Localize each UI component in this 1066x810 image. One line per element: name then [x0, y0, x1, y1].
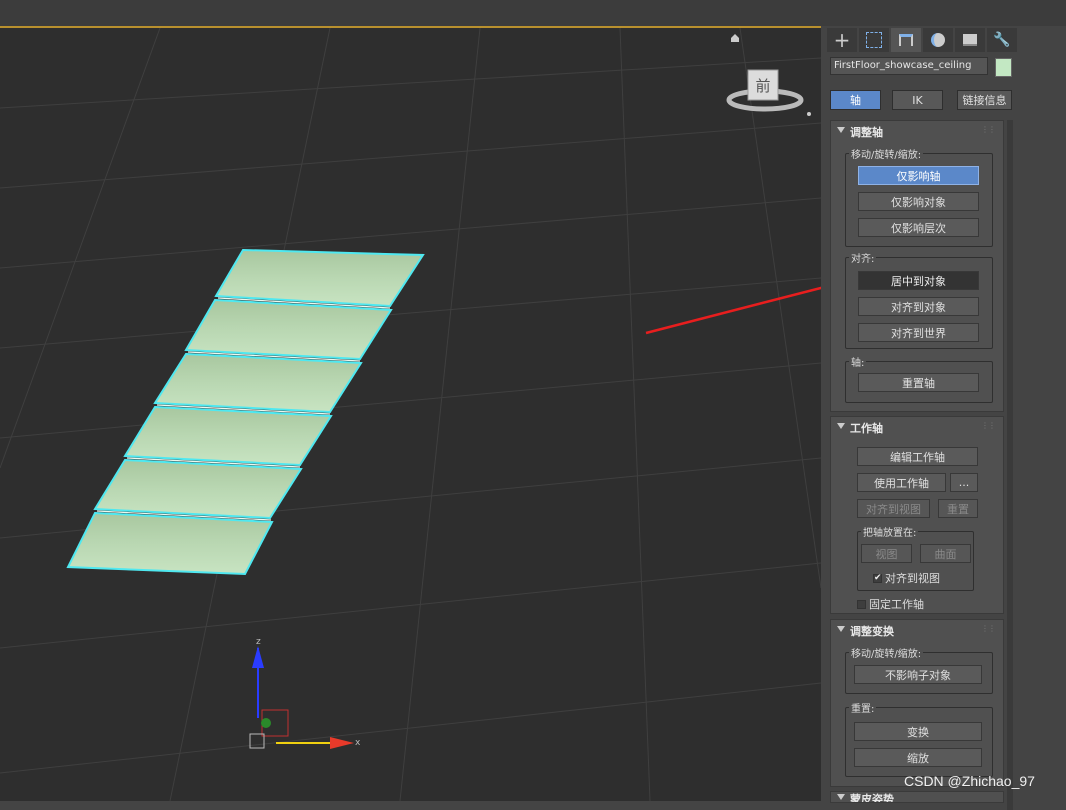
- watermark: CSDN @Zhichao_97: [904, 773, 1035, 789]
- collapse-triangle-icon: [837, 423, 845, 429]
- align-to-world-button[interactable]: 对齐到世界: [858, 323, 979, 342]
- drag-grip-icon: ⋮⋮: [981, 624, 996, 633]
- checkbox-label: 固定工作轴: [869, 598, 924, 611]
- align-to-view-button[interactable]: 对齐到视图: [857, 499, 930, 518]
- utilities-tab[interactable]: 🔧: [987, 28, 1017, 52]
- checkbox-unchecked-icon: [857, 599, 866, 609]
- affect-pivot-only-button[interactable]: 仅影响轴: [858, 166, 979, 185]
- lock-working-pivot-checkbox[interactable]: 固定工作轴: [857, 596, 924, 612]
- link-info-tab-button[interactable]: 链接信息: [957, 90, 1012, 110]
- use-working-pivot-button[interactable]: 使用工作轴: [857, 473, 946, 492]
- group-label: 把轴放置在:: [861, 524, 919, 539]
- group-label: 移动/旋转/缩放:: [849, 146, 924, 161]
- top-toolbar: [0, 0, 1066, 27]
- adjust-pivot-header[interactable]: 调整轴 ⋮⋮: [831, 121, 1003, 141]
- viewcube[interactable]: 前: [726, 34, 811, 116]
- rollout-title: 调整变换: [850, 625, 894, 638]
- collapse-triangle-icon: [837, 127, 845, 133]
- skin-pose-rollout: 蒙皮姿势: [830, 791, 1004, 803]
- viewport-scene: z x 前: [0, 28, 821, 801]
- gizmo-z-label: z: [256, 637, 261, 647]
- ik-tab-button[interactable]: IK: [892, 90, 943, 110]
- rollout-title: 蒙皮姿势: [850, 793, 894, 803]
- collapse-triangle-icon: [837, 626, 845, 632]
- affect-object-only-button[interactable]: 仅影响对象: [858, 192, 979, 211]
- group-label: 对齐:: [849, 250, 877, 265]
- affect-hierarchy-only-button[interactable]: 仅影响层次: [858, 218, 979, 237]
- reset-scale-button[interactable]: 缩放: [854, 748, 982, 767]
- dont-affect-children-button[interactable]: 不影响子对象: [854, 665, 982, 684]
- sphere-icon: [931, 33, 945, 47]
- adjust-transform-header[interactable]: 调整变换 ⋮⋮: [831, 620, 1003, 640]
- pivot-tab-button[interactable]: 轴: [830, 90, 881, 110]
- wrench-icon: 🔧: [993, 32, 1011, 48]
- working-pivot-rollout: 工作轴 ⋮⋮ 编辑工作轴 使用工作轴 ... 对齐到视图 重置 把轴放置在: 视…: [830, 416, 1004, 614]
- reset-pivot-button[interactable]: 重置轴: [858, 373, 979, 392]
- command-panel: + 🔧 FirstFloor_showcase_ceiling 轴 IK 链接信…: [821, 26, 1066, 810]
- skin-pose-header[interactable]: 蒙皮姿势: [831, 792, 1003, 803]
- working-pivot-header[interactable]: 工作轴 ⋮⋮: [831, 417, 1003, 437]
- collapse-triangle-icon: [837, 794, 845, 800]
- group-label: 轴:: [849, 354, 867, 369]
- align-to-view-checkbox[interactable]: ✔ 对齐到视图: [873, 570, 940, 586]
- center-to-object-button[interactable]: 居中到对象: [858, 271, 979, 290]
- rollout-title: 调整轴: [850, 126, 883, 139]
- hierarchy-icon: [899, 34, 913, 46]
- group-label: 移动/旋转/缩放:: [849, 645, 924, 660]
- drag-grip-icon: ⋮⋮: [981, 421, 996, 430]
- selected-object-ceiling[interactable]: [66, 248, 425, 576]
- rollout-title: 工作轴: [850, 422, 883, 435]
- object-name-field[interactable]: FirstFloor_showcase_ceiling: [830, 57, 988, 75]
- checkbox-checked-icon: ✔: [873, 572, 882, 583]
- viewcube-face-label: 前: [755, 77, 770, 95]
- checkbox-label: 对齐到视图: [885, 572, 940, 585]
- curve-icon: [866, 32, 882, 48]
- plus-icon: +: [833, 28, 851, 52]
- transform-gizmo[interactable]: z x: [249, 637, 361, 749]
- align-to-object-button[interactable]: 对齐到对象: [858, 297, 979, 316]
- command-panel-tabs: + 🔧: [827, 28, 1017, 52]
- adjust-pivot-rollout: 调整轴 ⋮⋮ 移动/旋转/缩放: 仅影响轴 仅影响对象 仅影响层次 对齐: 居中…: [830, 120, 1004, 412]
- create-tab[interactable]: +: [827, 28, 857, 52]
- panel-scrollbar[interactable]: [1007, 120, 1013, 810]
- place-on-surface-button[interactable]: 曲面: [920, 544, 971, 563]
- motion-tab[interactable]: [923, 28, 953, 52]
- edit-working-pivot-button[interactable]: 编辑工作轴: [857, 447, 978, 466]
- place-on-view-button[interactable]: 视图: [861, 544, 912, 563]
- perspective-viewport[interactable]: z x 前: [0, 26, 821, 801]
- gizmo-x-label: x: [355, 738, 361, 748]
- drag-grip-icon: ⋮⋮: [981, 125, 996, 134]
- hierarchy-tab[interactable]: [891, 28, 921, 52]
- adjust-transform-rollout: 调整变换 ⋮⋮ 移动/旋转/缩放: 不影响子对象 重置: 变换 缩放: [830, 619, 1004, 787]
- reset-transform-button[interactable]: 变换: [854, 722, 982, 741]
- display-tab[interactable]: [955, 28, 985, 52]
- home-icon[interactable]: [731, 34, 739, 42]
- group-label: 重置:: [849, 700, 877, 715]
- object-color-swatch[interactable]: [995, 58, 1012, 77]
- reset-working-pivot-button[interactable]: 重置: [938, 499, 978, 518]
- modify-tab[interactable]: [859, 28, 889, 52]
- working-pivot-options-button[interactable]: ...: [950, 473, 978, 492]
- ground-grid: [0, 28, 821, 801]
- monitor-icon: [963, 34, 977, 46]
